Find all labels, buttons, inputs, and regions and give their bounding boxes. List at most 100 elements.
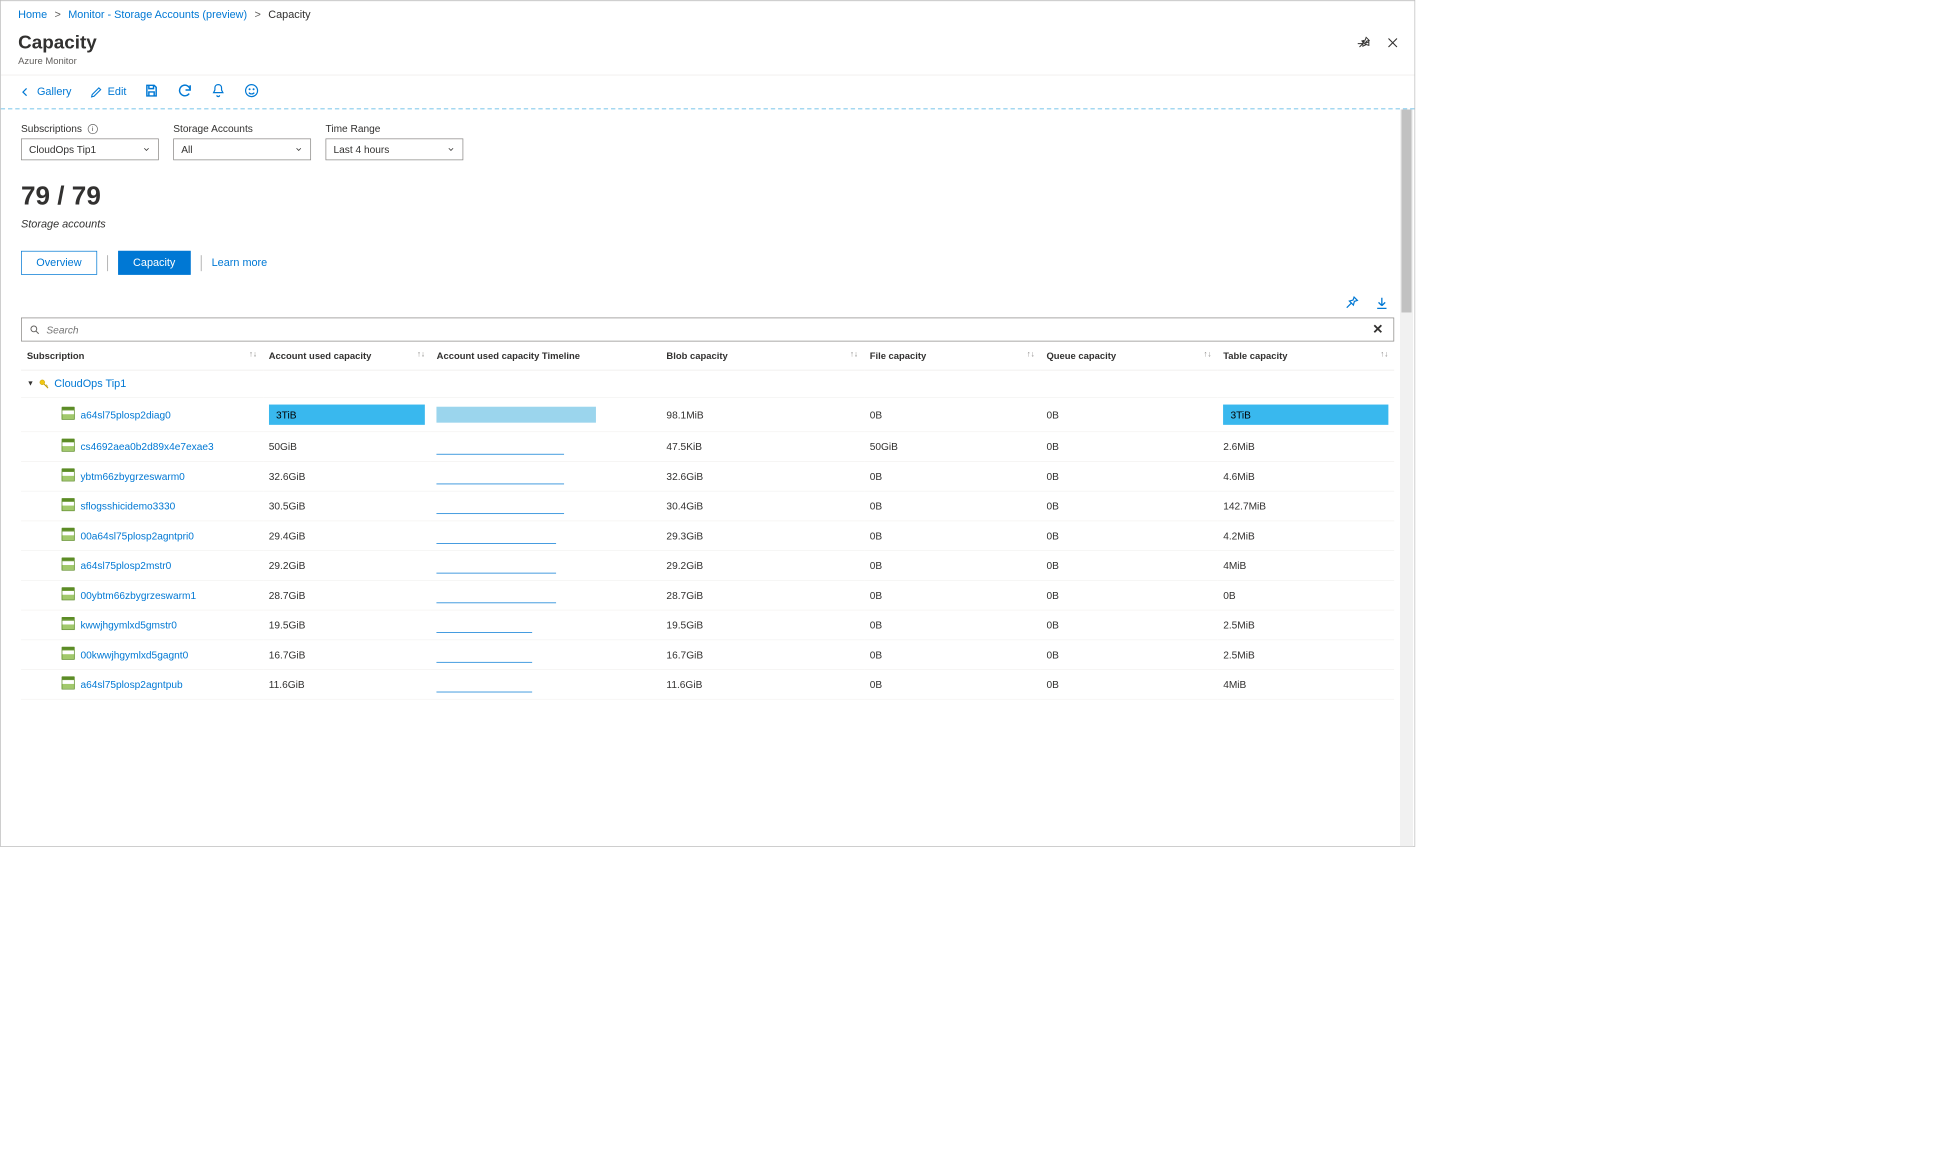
storage-account-icon [62, 442, 75, 452]
storage-account-link[interactable]: kwwjhgymlxd5gmstr0 [80, 619, 176, 631]
breadcrumb-home[interactable]: Home [18, 9, 47, 21]
col-subscription[interactable]: Subscription↑↓ [21, 342, 263, 371]
col-file[interactable]: File capacity↑↓ [864, 342, 1041, 371]
chevron-right-icon: > [55, 9, 61, 21]
timeline-sparkline [437, 407, 597, 423]
search-icon [29, 324, 41, 336]
col-queue[interactable]: Queue capacity↑↓ [1041, 342, 1218, 371]
storage-account-icon [62, 680, 75, 690]
cell-account-capacity: 28.7GiB [263, 581, 431, 611]
sort-icon: ↑↓ [1204, 350, 1212, 359]
page-title: Capacity [18, 31, 1397, 53]
col-blob[interactable]: Blob capacity↑↓ [661, 342, 864, 371]
storage-account-icon [62, 531, 75, 541]
cell-file: 50GiB [864, 432, 1041, 462]
cell-account-capacity: 11.6GiB [263, 670, 431, 700]
col-timeline[interactable]: Account used capacity Timeline [431, 342, 661, 371]
learn-more-link[interactable]: Learn more [212, 257, 268, 269]
cell-table: 4MiB [1217, 551, 1394, 581]
storage-account-link[interactable]: a64sl75plosp2agntpub [80, 679, 182, 691]
time-range-dropdown[interactable]: Last 4 hours [326, 138, 464, 160]
refresh-icon[interactable] [177, 83, 193, 101]
gallery-button[interactable]: Gallery [18, 84, 71, 99]
storage-account-link[interactable]: ybtm66zbygrzeswarm0 [80, 471, 184, 483]
table-row: 00ybtm66zbygrzeswarm1 28.7GiB 28.7GiB 0B… [21, 581, 1394, 611]
capacity-table: Subscription↑↓ Account used capacity↑↓ A… [21, 342, 1394, 700]
cell-blob: 16.7GiB [661, 640, 864, 670]
search-input[interactable] [46, 324, 1369, 336]
collapse-icon: ▼ [27, 380, 34, 388]
subscriptions-dropdown[interactable]: CloudOps Tip1 [21, 139, 159, 161]
pin-grid-icon[interactable] [1343, 295, 1359, 313]
info-icon[interactable]: i [88, 124, 98, 134]
sort-icon: ↑↓ [417, 350, 425, 359]
cell-file: 0B [864, 670, 1041, 700]
breadcrumb-monitor[interactable]: Monitor - Storage Accounts (preview) [68, 9, 247, 21]
timeline-sparkline [437, 617, 597, 633]
alert-icon[interactable] [211, 83, 227, 101]
cell-table: 0B [1217, 581, 1394, 611]
cell-account-capacity: 29.4GiB [263, 521, 431, 551]
table-row: kwwjhgymlxd5gmstr0 19.5GiB 19.5GiB 0B 0B… [21, 610, 1394, 640]
storage-account-link[interactable]: 00ybtm66zbygrzeswarm1 [80, 590, 196, 602]
title-bar: Capacity Azure Monitor [1, 28, 1415, 75]
breadcrumb: Home > Monitor - Storage Accounts (previ… [1, 1, 1415, 29]
cell-file: 0B [864, 521, 1041, 551]
account-count: 79 / 79 [21, 181, 1394, 211]
chevron-down-icon [447, 145, 456, 154]
cell-blob: 11.6GiB [661, 670, 864, 700]
cell-queue: 0B [1041, 640, 1218, 670]
col-table[interactable]: Table capacity↑↓ [1217, 342, 1394, 371]
cell-queue: 0B [1041, 462, 1218, 492]
storage-account-icon [62, 650, 75, 660]
edit-button[interactable]: Edit [89, 84, 127, 99]
timeline-sparkline [437, 528, 597, 544]
time-range-label: Time Range [326, 123, 464, 135]
subscription-group-row[interactable]: ▼ CloudOps Tip1 [21, 370, 1394, 398]
key-icon [38, 378, 50, 390]
storage-account-icon [62, 561, 75, 571]
download-icon[interactable] [1374, 295, 1390, 313]
divider [107, 255, 108, 271]
storage-account-link[interactable]: 00a64sl75plosp2agntpri0 [80, 530, 193, 542]
pin-icon[interactable] [1356, 36, 1371, 51]
table-row: a64sl75plosp2agntpub 11.6GiB 11.6GiB 0B … [21, 670, 1394, 700]
timeline-sparkline [437, 498, 597, 514]
vertical-scrollbar[interactable] [1400, 109, 1413, 846]
command-bar: Gallery Edit [1, 75, 1415, 109]
cell-account-capacity: 30.5GiB [263, 491, 431, 521]
storage-accounts-dropdown[interactable]: All [173, 138, 311, 160]
table-row: 00kwwjhgymlxd5gagnt0 16.7GiB 16.7GiB 0B … [21, 640, 1394, 670]
cell-file: 0B [864, 462, 1041, 492]
storage-account-link[interactable]: a64sl75plosp2diag0 [80, 409, 170, 421]
cell-account-capacity: 32.6GiB [263, 462, 431, 492]
cell-table: 2.5MiB [1217, 640, 1394, 670]
storage-account-link[interactable]: 00kwwjhgymlxd5gagnt0 [80, 649, 188, 661]
cell-queue: 0B [1041, 491, 1218, 521]
sort-icon: ↑↓ [249, 350, 257, 359]
storage-account-link[interactable]: a64sl75plosp2mstr0 [80, 560, 171, 572]
account-count-label: Storage accounts [21, 218, 1394, 230]
storage-account-link[interactable]: cs4692aea0b2d89x4e7exae3 [80, 441, 213, 453]
search-box[interactable]: ✕ [21, 318, 1394, 342]
cell-account-capacity: 29.2GiB [263, 551, 431, 581]
tab-overview[interactable]: Overview [21, 251, 97, 275]
cell-blob: 30.4GiB [661, 491, 864, 521]
storage-account-icon [62, 590, 75, 600]
chevron-down-icon [142, 145, 151, 154]
cell-table: 4MiB [1217, 670, 1394, 700]
tab-capacity[interactable]: Capacity [118, 251, 191, 275]
save-icon[interactable] [144, 83, 160, 101]
feedback-icon[interactable] [244, 83, 260, 101]
divider [201, 255, 202, 271]
col-account-capacity[interactable]: Account used capacity↑↓ [263, 342, 431, 371]
storage-account-link[interactable]: sflogsshicidemo3330 [80, 500, 175, 512]
clear-search-icon[interactable]: ✕ [1369, 322, 1386, 337]
close-icon[interactable] [1385, 36, 1400, 51]
storage-account-icon [62, 410, 75, 420]
scrollbar-thumb[interactable] [1401, 109, 1411, 312]
cell-blob: 29.3GiB [661, 521, 864, 551]
timeline-sparkline [437, 647, 597, 663]
storage-accounts-label: Storage Accounts [173, 123, 311, 135]
cell-account-capacity: 16.7GiB [263, 640, 431, 670]
